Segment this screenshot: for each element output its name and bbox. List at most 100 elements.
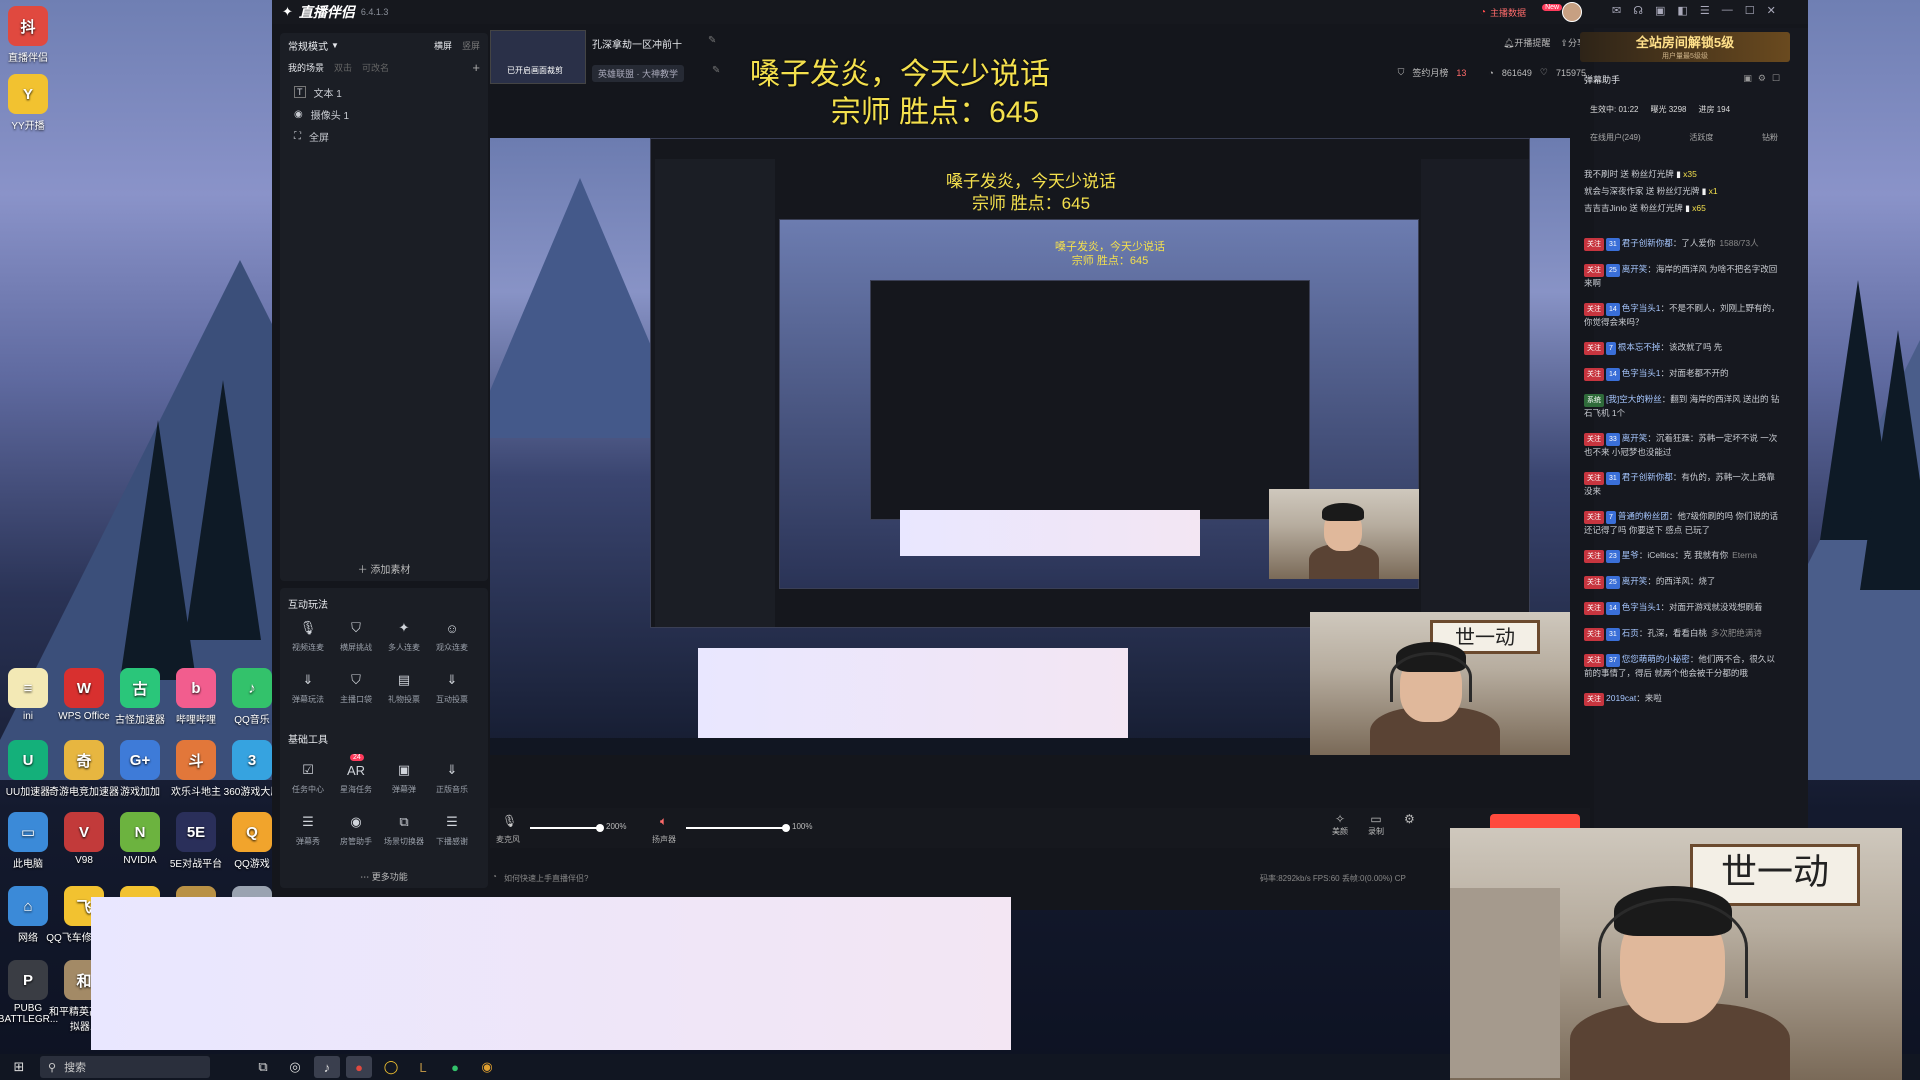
yy-icon[interactable]: ◯ xyxy=(378,1056,404,1078)
message-icon[interactable]: ✉ xyxy=(1612,4,1621,17)
settings-icon[interactable]: ⚙ xyxy=(1404,812,1415,837)
chat-message[interactable]: 系统 [我]空大的粉丝：翻到 海岸的西洋风 送出的 钻石飞机 1个 xyxy=(1578,390,1788,423)
windows-start-icon[interactable]: ⊞ xyxy=(6,1056,32,1078)
follow-tag[interactable]: 关注 xyxy=(1584,433,1604,446)
chat-username[interactable]: 色字当头1 xyxy=(1622,368,1661,378)
follow-tag[interactable]: 关注 xyxy=(1584,368,1604,381)
chat-username[interactable]: 色字当头1 xyxy=(1622,602,1661,612)
stream-preview[interactable]: 嗓子发炎，今天少说话 宗师 胜点：645 嗓子发炎，今天少说话 宗师 胜点：64… xyxy=(490,138,1570,755)
tool-button[interactable]: ⇓ 互动投票 xyxy=(428,670,476,705)
taskbar-search[interactable]: ⚲ 搜索 xyxy=(40,1056,210,1078)
chat-username[interactable]: 根本忘不掉 xyxy=(1618,342,1661,352)
chat-message[interactable]: 关注 31 君子创新你都：有仇的，苏韩一次上路靠没来 xyxy=(1578,468,1788,501)
chat-message[interactable]: 关注 14 色字当头1：对面开游戏就没戏想刷着 xyxy=(1578,598,1788,618)
follow-tag[interactable]: 系统 xyxy=(1584,394,1604,407)
tool-button[interactable]: ⇓ 弹幕玩法 xyxy=(284,670,332,705)
chat-username[interactable]: 君子创新你都 xyxy=(1622,472,1673,482)
chat-message[interactable]: 关注 23 星爷：iCeltics：克 我就有你 Eterna xyxy=(1578,546,1788,566)
follow-tag[interactable]: 关注 xyxy=(1584,264,1604,277)
chat-message[interactable]: 关注 14 色字当头1：对面老都不开的 xyxy=(1578,364,1788,384)
desktop-icon[interactable]: Y YY开播 xyxy=(0,74,67,132)
chat-username[interactable]: 色字当头1 xyxy=(1622,303,1661,313)
skin-icon[interactable]: ◧ xyxy=(1677,4,1687,17)
add-scene-icon[interactable]: + xyxy=(472,60,480,75)
minimize-icon[interactable]: — xyxy=(1722,4,1733,17)
chat-message[interactable]: 关注 25 离开笑：海岸的西洋风 为啥不把名字改回来啊 xyxy=(1578,260,1788,293)
chat-message[interactable]: 关注 7 根本忘不掉：该改就了吗 先 xyxy=(1578,338,1788,358)
help-link[interactable]: 如何快速上手直播伴侣? xyxy=(504,873,588,884)
tab-landscape[interactable]: 横屏 xyxy=(434,39,452,52)
microphone-icon[interactable]: 🎙︎ xyxy=(502,814,517,828)
tool-button[interactable]: ◉ 房管助手 xyxy=(332,812,380,847)
speaker-volume-slider[interactable] xyxy=(686,824,790,832)
qq-music-icon[interactable]: ● xyxy=(442,1056,468,1078)
close-icon[interactable]: ✕ xyxy=(1767,4,1776,17)
chat-message[interactable]: 关注 33 离开笑：沉着狂躁：苏韩一定坏不说 一次也不来 小冠梦也没能过 xyxy=(1578,429,1788,462)
desktop-icon[interactable]: 抖直播伴侣 xyxy=(0,6,67,64)
tab-double-click[interactable]: 双击 xyxy=(334,61,352,74)
chat-message[interactable]: 关注 37 您您萌萌的小秘密：他们两不合，很久以前的事情了，得后 就两个他会被千分都… xyxy=(1578,650,1788,683)
speaker-icon[interactable]: 🔈︎ xyxy=(660,814,667,829)
tool-button[interactable]: 🎙︎ 视频连麦 xyxy=(284,618,332,653)
lol-icon[interactable]: L xyxy=(410,1056,436,1078)
chrome-icon[interactable]: ◉ xyxy=(474,1056,500,1078)
follow-tag[interactable]: 关注 xyxy=(1584,550,1604,563)
chat-message[interactable]: 关注 31 君子创新你都：了人爱你 1588/73人 xyxy=(1578,234,1788,254)
chat-message[interactable]: 关注 25 离开笑：的西洋风：烧了 xyxy=(1578,572,1788,592)
promo-banner[interactable]: 全站房间解锁5级 用户量最5级级 xyxy=(1580,32,1790,62)
menu-icon[interactable]: ☰ xyxy=(1700,4,1710,17)
beauty-button[interactable]: ✧ 美颜 xyxy=(1332,812,1348,837)
follow-tag[interactable]: 关注 xyxy=(1584,628,1604,641)
record-button[interactable]: ▭ 录制 xyxy=(1368,812,1384,837)
tool-button[interactable]: ⇓ 正版音乐 xyxy=(428,760,476,795)
stream-category[interactable]: 英雄联盟 · 大神教学 xyxy=(592,65,684,82)
add-source-button[interactable]: ＋ 添加素材 xyxy=(280,561,488,576)
tab-my-scenes[interactable]: 我的场景 xyxy=(288,61,324,74)
chat-username[interactable]: 离开笑 xyxy=(1622,433,1648,443)
reminder-button[interactable]: 🔔︎开播提醒 xyxy=(1503,36,1550,49)
chat-username[interactable]: 您您萌萌的小秘密 xyxy=(1622,654,1690,664)
stream-title[interactable]: 孔深拿劫一区冲前十 xyxy=(592,36,682,51)
chat-message[interactable]: 关注 14 色字当头1：不是不刷人，刘刚上野有的，你觉得会来吗？ xyxy=(1578,299,1788,332)
tool-button[interactable]: ⛉ 主播口袋 xyxy=(332,670,380,705)
source-item-camera[interactable]: ◉ 摄像头 1 xyxy=(280,103,488,125)
follow-tag[interactable]: 关注 xyxy=(1584,511,1604,524)
follow-tag[interactable]: 关注 xyxy=(1584,303,1604,316)
avatar[interactable] xyxy=(1562,2,1582,22)
follow-tag[interactable]: 关注 xyxy=(1584,238,1604,251)
tool-button[interactable]: ⛉ 横屏挑战 xyxy=(332,618,380,653)
monthly-sign-label[interactable]: 签约月榜 xyxy=(1412,66,1448,79)
chat-username[interactable]: 离开笑 xyxy=(1622,576,1648,586)
tool-button[interactable]: ⧉ 场景切换器 xyxy=(380,812,428,847)
source-item-fullscreen[interactable]: ⛶ 全屏 xyxy=(280,125,488,147)
maximize-icon[interactable]: ☐ xyxy=(1745,4,1755,17)
chat-username[interactable]: 普通的粉丝团 xyxy=(1618,511,1669,521)
follow-tag[interactable]: 关注 xyxy=(1584,342,1604,355)
mic-volume-slider[interactable] xyxy=(530,824,604,832)
chat-username[interactable]: 2019cat xyxy=(1606,693,1636,703)
sidebar-icon[interactable]: ▣ xyxy=(1655,4,1665,17)
tab-diamond-fans[interactable]: 钻粉 xyxy=(1762,132,1778,143)
chevron-down-icon[interactable]: ▼ xyxy=(331,41,339,50)
tool-button[interactable]: ☑ 任务中心 xyxy=(284,760,332,795)
chat-username[interactable]: 石页 xyxy=(1622,628,1639,638)
tab-activity[interactable]: 活跃度 xyxy=(1689,132,1713,143)
douyin-live-icon[interactable]: ♪ xyxy=(314,1056,340,1078)
tool-button[interactable]: ☰ 弹幕秀 xyxy=(284,812,332,847)
headset-icon[interactable]: ☊ xyxy=(1633,4,1643,17)
tool-button[interactable]: ▣ 弹幕弹 xyxy=(380,760,428,795)
steam-icon[interactable]: ◎ xyxy=(282,1056,308,1078)
live-data-button[interactable]: ◔ 主播数据 New xyxy=(1480,3,1563,21)
tool-button[interactable]: ☺ 观众连麦 xyxy=(428,618,476,653)
tab-rename[interactable]: 可改名 xyxy=(362,61,389,74)
task-view-icon[interactable]: ⧉ xyxy=(250,1056,276,1078)
follow-tag[interactable]: 关注 xyxy=(1584,693,1604,706)
source-item-text[interactable]: T 文本 1 xyxy=(280,81,488,103)
scene-mode-select[interactable]: 常规模式 xyxy=(288,38,328,53)
tool-button[interactable]: ▤ 礼物投票 xyxy=(380,670,428,705)
stream-thumbnail[interactable]: 已开启画面裁剪 xyxy=(490,30,586,84)
follow-tag[interactable]: 关注 xyxy=(1584,654,1604,667)
chat-message[interactable]: 关注 7 普通的粉丝团：他7级你刷的吗 你们说的话还记得了吗 你要送下 感点 已玩了 xyxy=(1578,507,1788,540)
chat-username[interactable]: 星爷 xyxy=(1622,550,1639,560)
chat-username[interactable]: 君子创新你都 xyxy=(1622,238,1673,248)
